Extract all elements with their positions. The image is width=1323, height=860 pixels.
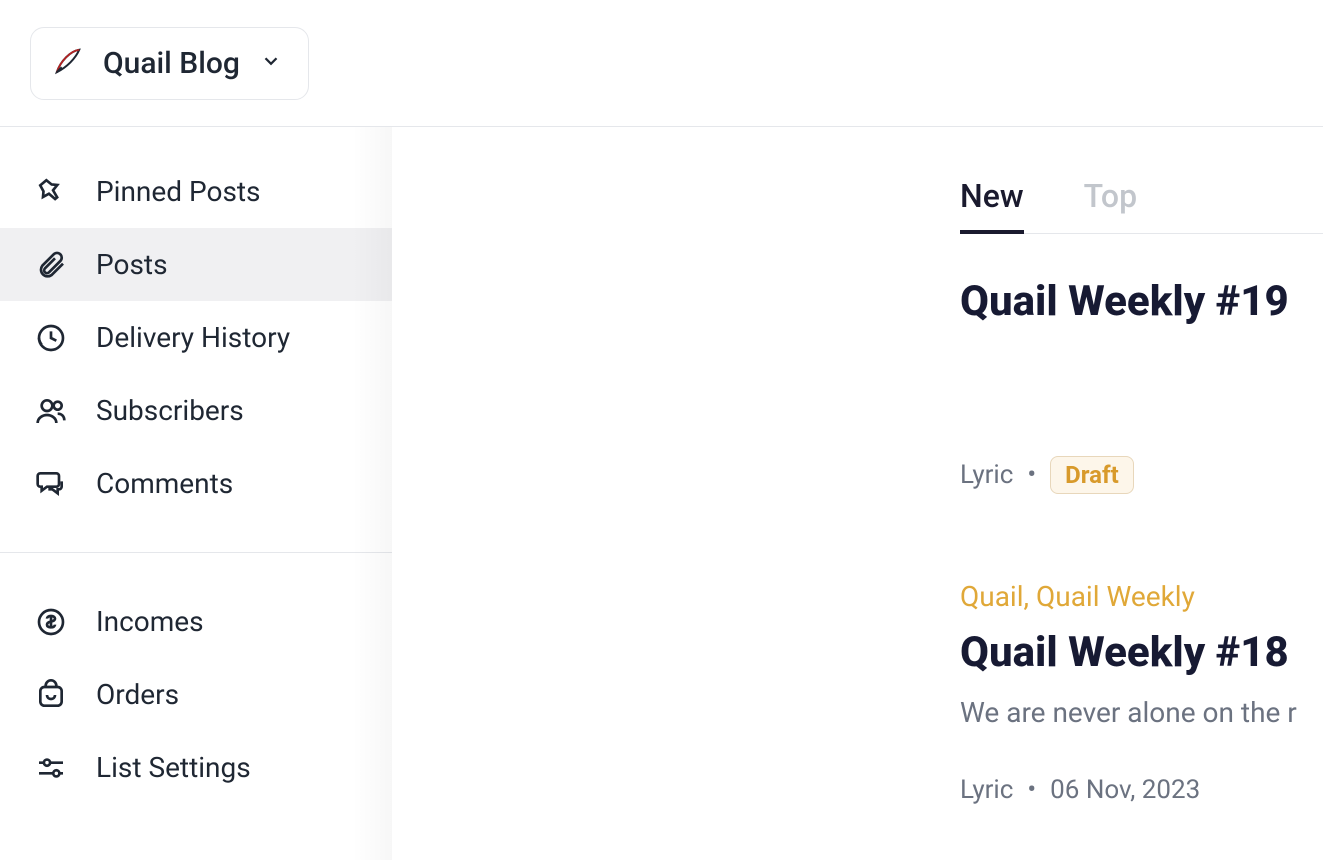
dollar-circle-icon [34, 606, 68, 638]
main-content: New Top Quail Weekly #19 Lyric • Draft Q… [392, 127, 1323, 860]
sidebar-item-subscribers[interactable]: Subscribers [0, 374, 392, 447]
status-badge-draft: Draft [1050, 456, 1134, 494]
site-selector[interactable]: Quail Blog [30, 27, 309, 100]
tab-new[interactable]: New [960, 177, 1024, 233]
sidebar-item-label: List Settings [96, 751, 251, 784]
post-title: Quail Weekly #18 [960, 629, 1323, 677]
post-author: Lyric [960, 775, 1013, 805]
clock-history-icon [34, 322, 68, 354]
sidebar-item-label: Pinned Posts [96, 175, 261, 208]
sidebar-item-label: Comments [96, 467, 233, 500]
sidebar-item-delivery-history[interactable]: Delivery History [0, 301, 392, 374]
sidebar-item-comments[interactable]: Comments [0, 447, 392, 520]
post-categories: Quail, Quail Weekly [960, 580, 1323, 613]
sidebar-item-list-settings[interactable]: List Settings [0, 731, 392, 804]
sidebar-item-label: Posts [96, 248, 168, 281]
meta-separator: • [1027, 460, 1036, 490]
sidebar-item-label: Delivery History [96, 321, 290, 354]
post-title: Quail Weekly #19 [960, 278, 1323, 326]
site-selector-label: Quail Blog [103, 46, 240, 81]
sidebar-item-label: Incomes [96, 605, 204, 638]
sidebar-item-posts[interactable]: Posts [0, 228, 392, 301]
users-icon [34, 395, 68, 427]
sidebar-item-label: Subscribers [96, 394, 244, 427]
sliders-icon [34, 752, 68, 784]
post-author: Lyric [960, 460, 1013, 490]
sidebar-item-orders[interactable]: Orders [0, 658, 392, 731]
chevron-down-icon [260, 50, 282, 76]
meta-separator: • [1027, 775, 1036, 805]
comments-icon [34, 468, 68, 500]
post-excerpt: We are never alone on the r [960, 696, 1323, 729]
pin-icon [34, 176, 68, 208]
post-meta: Lyric • Draft [960, 456, 1323, 494]
post-item[interactable]: Quail Weekly #19 Lyric • Draft [960, 234, 1323, 536]
paperclip-icon [34, 249, 68, 281]
post-sort-tabs: New Top [960, 177, 1323, 234]
shopping-bag-icon [34, 679, 68, 711]
post-item[interactable]: Quail, Quail Weekly Quail Weekly #18 We … [960, 536, 1323, 846]
post-date: 06 Nov, 2023 [1050, 775, 1200, 805]
sidebar-item-incomes[interactable]: Incomes [0, 585, 392, 658]
quill-icon [53, 46, 83, 80]
sidebar-item-label: Orders [96, 678, 179, 711]
post-meta: Lyric • 06 Nov, 2023 [960, 775, 1323, 805]
sidebar-item-pinned-posts[interactable]: Pinned Posts [0, 155, 392, 228]
tab-top[interactable]: Top [1084, 177, 1137, 233]
sidebar: Pinned Posts Posts Delivery History Subs… [0, 127, 392, 860]
sidebar-divider [0, 552, 392, 553]
